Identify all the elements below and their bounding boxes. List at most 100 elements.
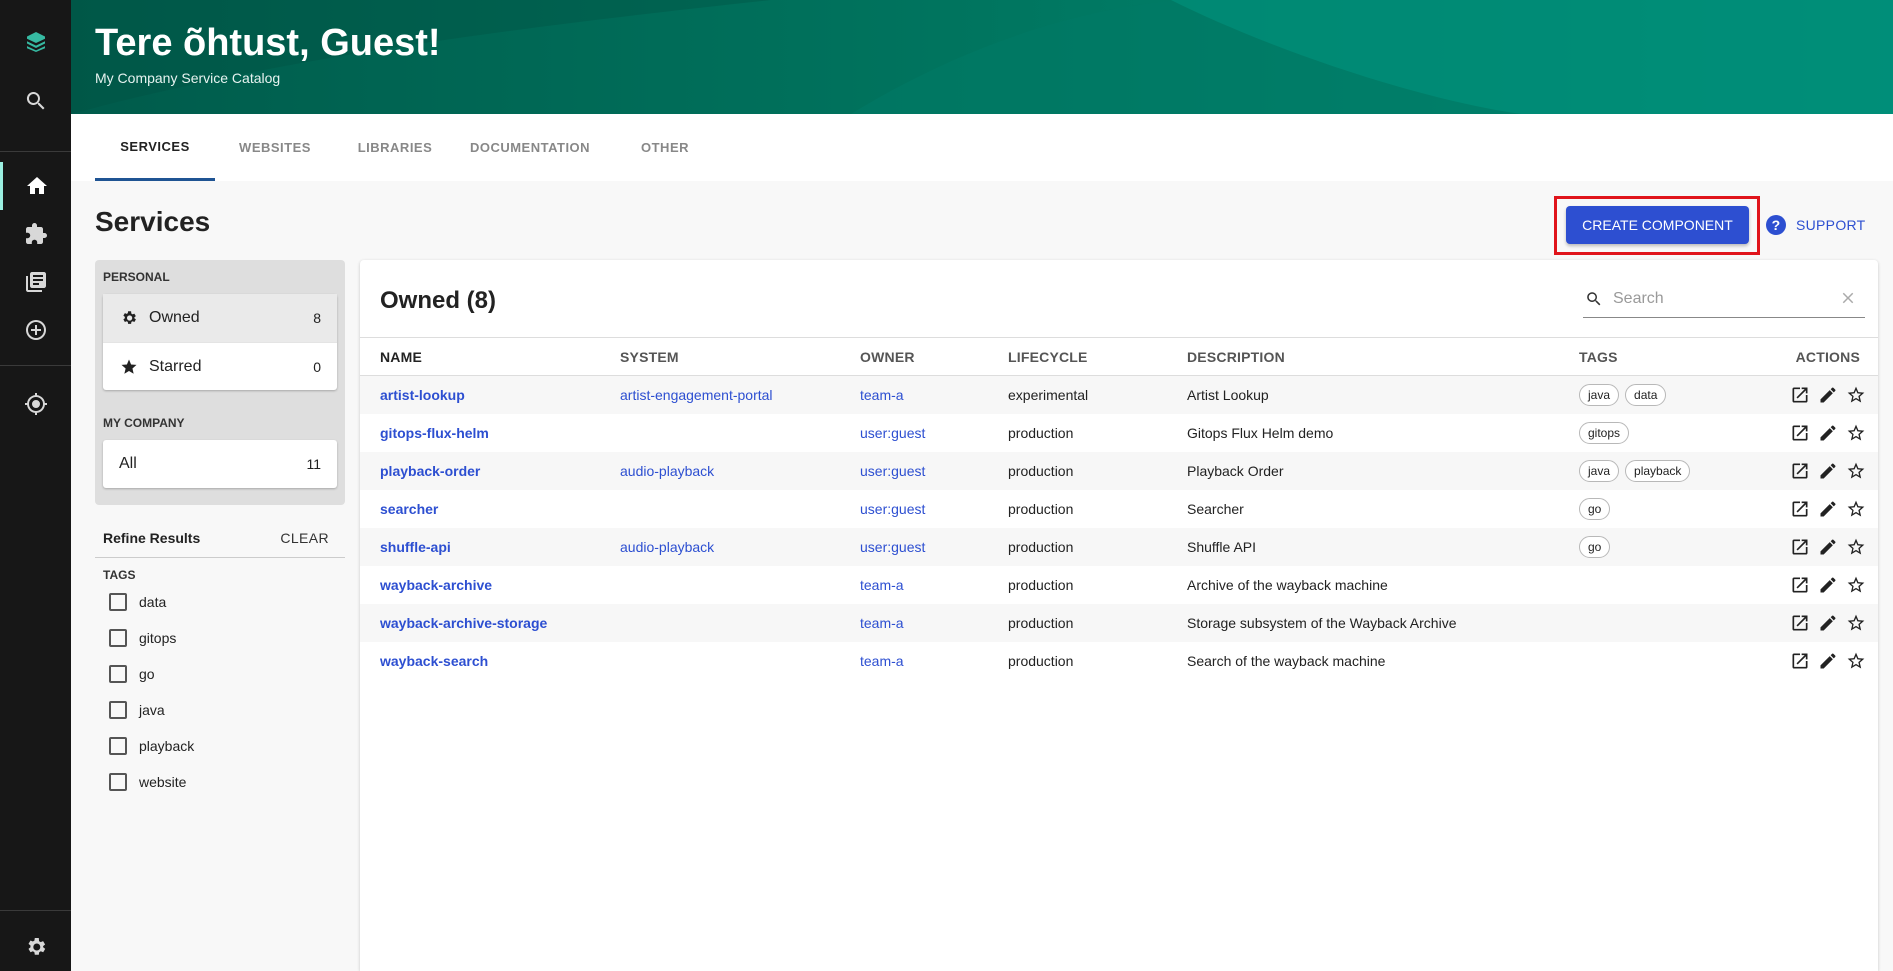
column-header-system[interactable]: SYSTEM — [620, 337, 860, 376]
open-external-icon[interactable] — [1790, 575, 1810, 595]
column-header-owner[interactable]: OWNER — [860, 337, 1008, 376]
edit-pencil-icon[interactable] — [1818, 575, 1838, 595]
create-component-button[interactable]: CREATE COMPONENT — [1566, 206, 1749, 244]
star-outline-icon[interactable] — [1846, 537, 1866, 557]
owner-link[interactable]: team-a — [860, 615, 904, 631]
search-icon[interactable] — [0, 77, 71, 125]
filter-owned[interactable]: Owned 8 — [103, 294, 337, 342]
system-link[interactable]: audio-playback — [620, 539, 714, 555]
filter-all-count: 11 — [306, 456, 321, 472]
lifecycle-cell: production — [1008, 500, 1074, 517]
plugins-icon[interactable] — [0, 210, 71, 258]
checkbox[interactable] — [109, 665, 127, 683]
owner-link[interactable]: team-a — [860, 653, 904, 669]
backstage-logo-icon[interactable] — [0, 18, 71, 66]
tag-filter-label: gitops — [139, 630, 177, 646]
checkbox[interactable] — [109, 593, 127, 611]
edit-pencil-icon[interactable] — [1818, 499, 1838, 519]
edit-pencil-icon[interactable] — [1818, 461, 1838, 481]
open-external-icon[interactable] — [1790, 385, 1810, 405]
edit-pencil-icon[interactable] — [1818, 385, 1838, 405]
settings-gear-icon[interactable] — [0, 923, 71, 971]
star-outline-icon[interactable] — [1846, 499, 1866, 519]
tag-filter-go[interactable]: go — [109, 662, 155, 686]
row-actions — [1739, 613, 1878, 633]
description-cell: Archive of the wayback machine — [1187, 576, 1388, 593]
star-outline-icon[interactable] — [1846, 613, 1866, 633]
tag-filter-gitops[interactable]: gitops — [109, 626, 176, 650]
filter-owned-count: 8 — [313, 310, 321, 326]
open-external-icon[interactable] — [1790, 613, 1810, 633]
entity-name-link[interactable]: searcher — [380, 501, 438, 517]
checkbox[interactable] — [109, 629, 127, 647]
column-header-name[interactable]: NAME — [360, 337, 620, 376]
entity-name-link[interactable]: artist-lookup — [380, 387, 465, 403]
column-header-description[interactable]: DESCRIPTION — [1187, 337, 1579, 376]
row-actions — [1739, 423, 1878, 443]
clear-filters-button[interactable]: CLEAR — [280, 530, 329, 546]
system-link[interactable]: artist-engagement-portal — [620, 387, 773, 403]
owner-link[interactable]: user:guest — [860, 463, 925, 479]
star-outline-icon[interactable] — [1846, 575, 1866, 595]
tab-libraries[interactable]: LIBRARIES — [335, 114, 455, 181]
star-outline-icon[interactable] — [1846, 423, 1866, 443]
refine-results-header: Refine Results CLEAR — [95, 526, 345, 558]
entity-name-link[interactable]: wayback-archive — [380, 577, 492, 593]
star-outline-icon[interactable] — [1846, 461, 1866, 481]
row-actions — [1739, 385, 1878, 405]
owner-link[interactable]: team-a — [860, 387, 904, 403]
tag-filter-data[interactable]: data — [109, 590, 166, 614]
support-button[interactable]: ? SUPPORT — [1766, 212, 1866, 238]
search-input[interactable] — [1613, 289, 1823, 308]
star-outline-icon[interactable] — [1846, 651, 1866, 671]
owner-link[interactable]: team-a — [860, 577, 904, 593]
tag-filter-java[interactable]: java — [109, 698, 165, 722]
tags-filter-heading: TAGS — [103, 568, 136, 582]
entity-name-link[interactable]: gitops-flux-helm — [380, 425, 489, 441]
search-icon — [1587, 291, 1601, 305]
edit-pencil-icon[interactable] — [1818, 423, 1838, 443]
edit-pencil-icon[interactable] — [1818, 613, 1838, 633]
description-cell: Artist Lookup — [1187, 375, 1579, 414]
star-outline-icon[interactable] — [1846, 385, 1866, 405]
open-external-icon[interactable] — [1790, 423, 1810, 443]
create-add-icon[interactable] — [0, 306, 71, 354]
entity-name-link[interactable]: shuffle-api — [380, 539, 451, 555]
owner-link[interactable]: user:guest — [860, 425, 925, 441]
filter-starred-count: 0 — [313, 358, 321, 375]
checkbox[interactable] — [109, 773, 127, 791]
edit-pencil-icon[interactable] — [1818, 651, 1838, 671]
tag-filter-website[interactable]: website — [109, 770, 186, 794]
open-external-icon[interactable] — [1790, 461, 1810, 481]
column-header-tags[interactable]: TAGS — [1579, 337, 1739, 376]
open-external-icon[interactable] — [1790, 499, 1810, 519]
tag-filter-playback[interactable]: playback — [109, 734, 194, 758]
owner-link[interactable]: user:guest — [860, 539, 925, 555]
edit-pencil-icon[interactable] — [1818, 537, 1838, 557]
tab-websites[interactable]: WEBSITES — [215, 114, 335, 181]
lifecycle-cell: production — [1008, 527, 1187, 566]
open-external-icon[interactable] — [1790, 651, 1810, 671]
row-actions — [1739, 499, 1878, 519]
filter-starred[interactable]: Starred 0 — [103, 342, 337, 390]
entity-name-link[interactable]: wayback-search — [380, 653, 488, 669]
description-cell: Gitops Flux Helm demo — [1187, 424, 1334, 441]
tab-documentation[interactable]: DOCUMENTATION — [455, 114, 605, 181]
checkbox[interactable] — [109, 737, 127, 755]
docs-library-icon[interactable] — [0, 258, 71, 306]
home-icon[interactable] — [0, 162, 71, 210]
checkbox[interactable] — [109, 701, 127, 719]
column-header-actions: ACTIONS — [1739, 337, 1878, 376]
tab-services[interactable]: SERVICES — [95, 114, 215, 181]
row-actions — [1739, 461, 1878, 481]
owner-link[interactable]: user:guest — [860, 501, 925, 517]
clear-search-icon[interactable] — [1839, 289, 1857, 307]
entity-name-link[interactable]: wayback-archive-storage — [380, 615, 547, 631]
system-link[interactable]: audio-playback — [620, 463, 714, 479]
tab-other[interactable]: OTHER — [605, 114, 725, 181]
column-header-lifecycle[interactable]: LIFECYCLE — [1008, 337, 1187, 376]
filter-all[interactable]: All 11 — [103, 440, 337, 488]
entity-name-link[interactable]: playback-order — [380, 463, 480, 479]
open-external-icon[interactable] — [1790, 537, 1810, 557]
tech-radar-icon[interactable] — [0, 380, 71, 428]
